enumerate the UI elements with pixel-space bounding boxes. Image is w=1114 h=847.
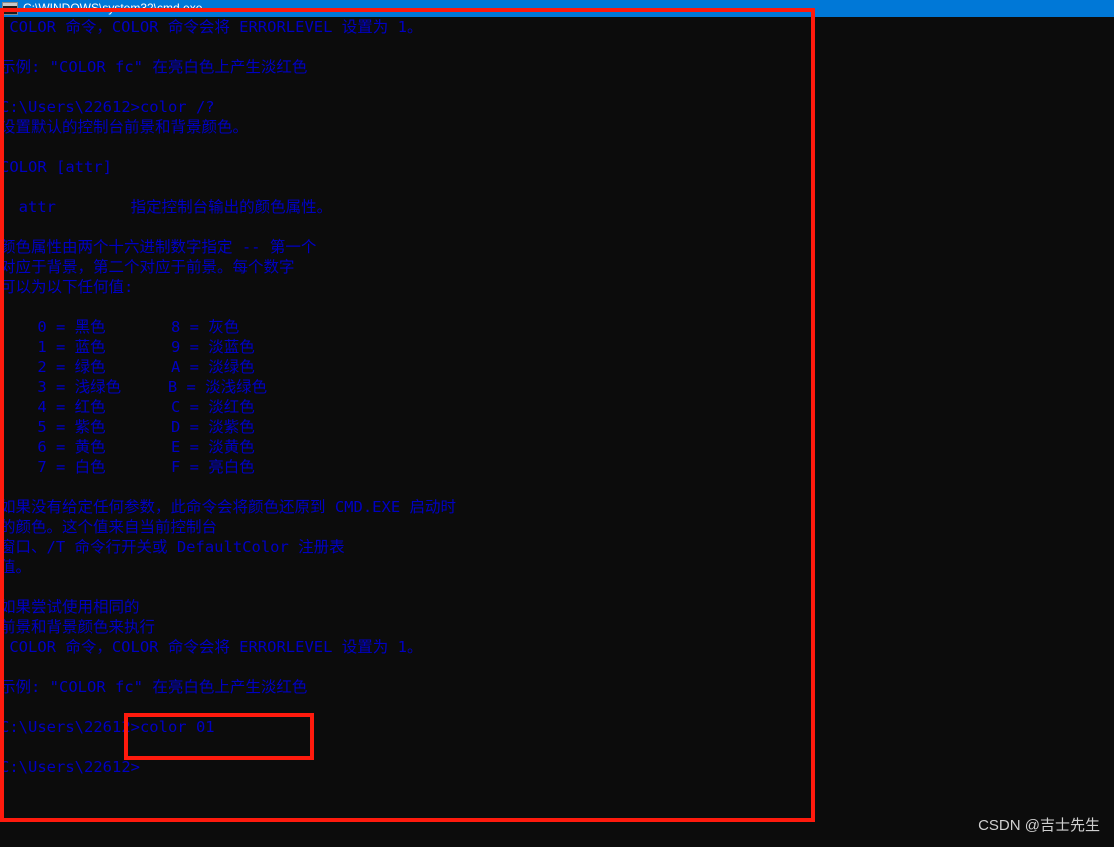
console-line: C:\Users\22612>color 01 xyxy=(0,718,215,736)
console-line: COLOR 命令，COLOR 命令会将 ERRORLEVEL 设置为 1。 xyxy=(0,638,423,656)
console-line: 前景和背景颜色来执行 xyxy=(0,618,156,636)
console-line: 7 = 白色 F = 亮白色 xyxy=(0,458,255,476)
window-titlebar[interactable]: C:\WINDOWS\system32\cmd.exe xyxy=(0,0,1114,17)
console-output-area[interactable]: COLOR 命令，COLOR 命令会将 ERRORLEVEL 设置为 1。 示例… xyxy=(0,17,1114,847)
console-line: 对应于背景，第二个对应于前景。每个数字 xyxy=(0,258,295,276)
console-line: COLOR 命令，COLOR 命令会将 ERRORLEVEL 设置为 1。 xyxy=(0,18,423,36)
console-line: 6 = 黄色 E = 淡黄色 xyxy=(0,438,255,456)
cmd-console-icon xyxy=(2,2,18,15)
console-line: 可以为以下任何值: xyxy=(0,278,134,296)
console-line: 0 = 黑色 8 = 灰色 xyxy=(0,318,240,336)
console-line: 值。 xyxy=(0,558,32,576)
console-line: 如果尝试使用相同的 xyxy=(0,598,140,616)
console-line: 1 = 蓝色 9 = 淡蓝色 xyxy=(0,338,255,356)
console-line: COLOR [attr] xyxy=(0,158,112,176)
console-line: 颜色属性由两个十六进制数字指定 -- 第一个 xyxy=(0,238,317,256)
console-line: attr 指定控制台输出的颜色属性。 xyxy=(0,198,333,216)
console-text-buffer: COLOR 命令，COLOR 命令会将 ERRORLEVEL 设置为 1。 示例… xyxy=(0,17,820,777)
console-line: C:\Users\22612> xyxy=(0,758,140,776)
console-line: 示例: "COLOR fc" 在亮白色上产生淡红色 xyxy=(0,58,308,76)
console-line: 5 = 紫色 D = 淡紫色 xyxy=(0,418,255,436)
console-line: 窗口、/T 命令行开关或 DefaultColor 注册表 xyxy=(0,538,345,556)
console-line: C:\Users\22612>color /? xyxy=(0,98,215,116)
console-line: 2 = 绿色 A = 淡绿色 xyxy=(0,358,255,376)
console-line: 3 = 浅绿色 B = 淡浅绿色 xyxy=(0,378,268,396)
console-line: 如果没有给定任何参数，此命令会将颜色还原到 CMD.EXE 启动时 xyxy=(0,498,456,516)
console-line: 的颜色。这个值来自当前控制台 xyxy=(0,518,218,536)
console-line: 示例: "COLOR fc" 在亮白色上产生淡红色 xyxy=(0,678,308,696)
console-line: 4 = 红色 C = 淡红色 xyxy=(0,398,255,416)
console-line: 设置默认的控制台前景和背景颜色。 xyxy=(0,118,249,136)
window-title: C:\WINDOWS\system32\cmd.exe xyxy=(23,1,203,15)
csdn-watermark: CSDN @吉士先生 xyxy=(978,817,1100,834)
